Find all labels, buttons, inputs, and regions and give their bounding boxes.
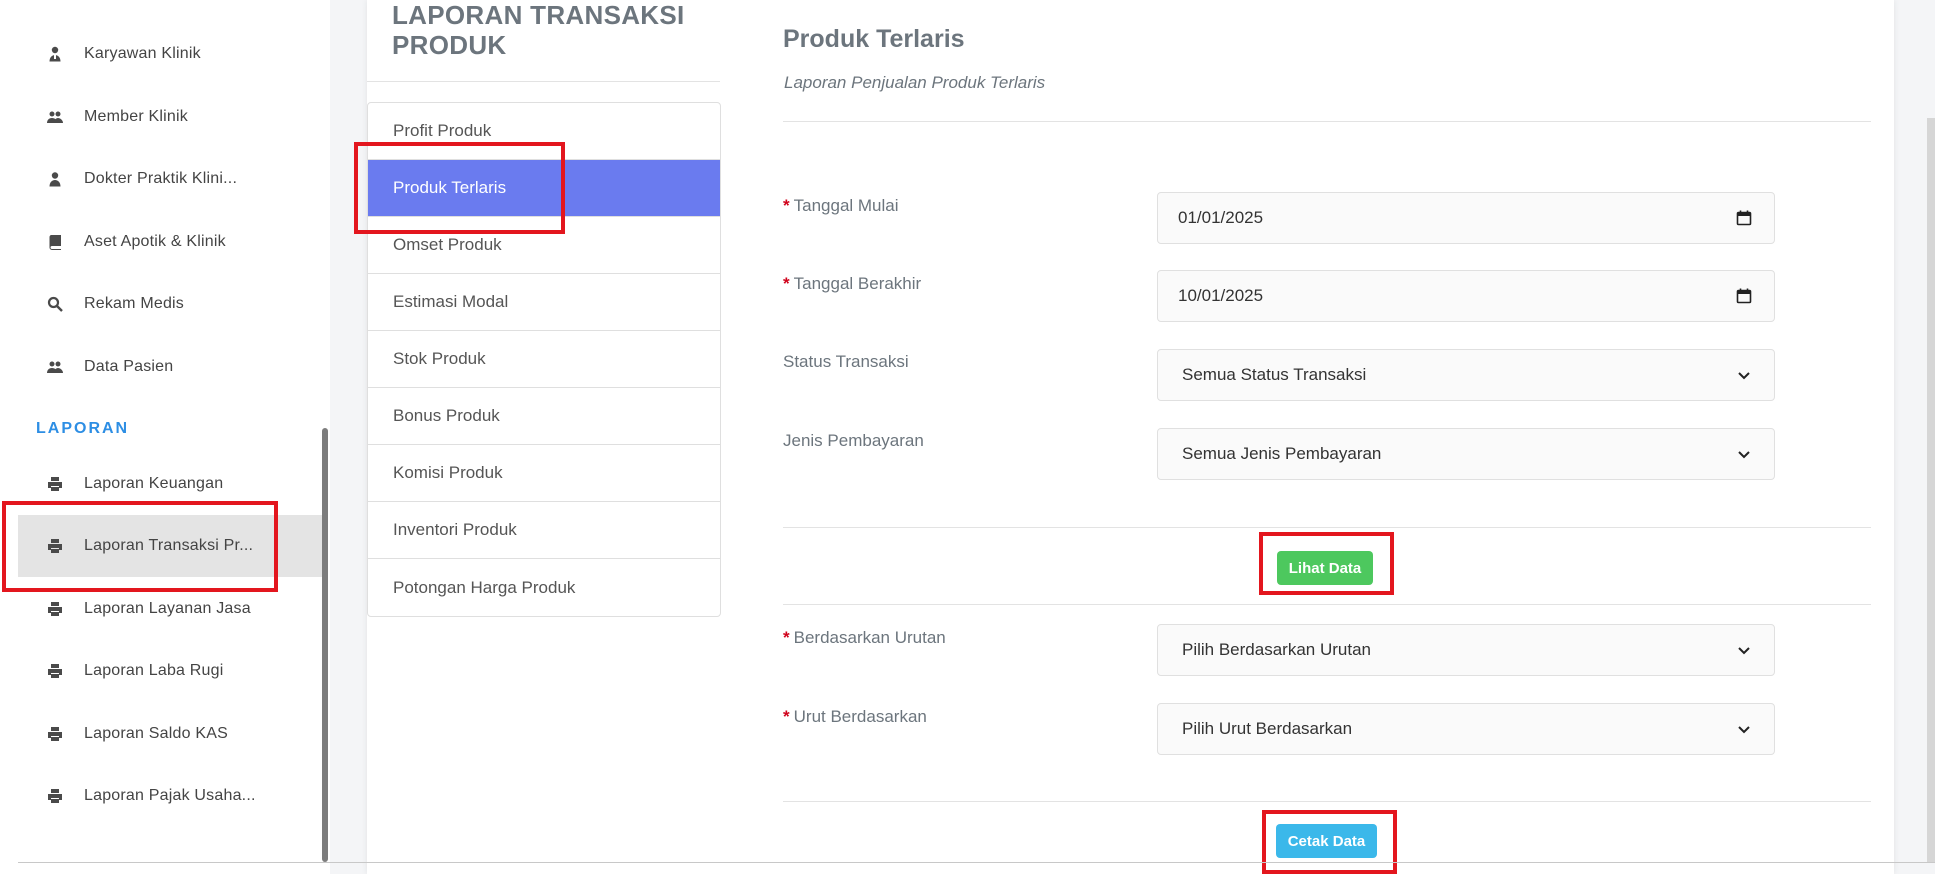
sidebar-item-label: Laporan Layanan Jasa — [84, 600, 251, 617]
sidebar-item-karyawan-klinik[interactable]: Karyawan Klinik — [18, 23, 322, 85]
sidebar-item-data-pasien[interactable]: Data Pasien — [18, 336, 322, 398]
search-icon — [46, 295, 64, 313]
berdasarkan-urutan-label: * Berdasarkan Urutan — [783, 628, 946, 647]
sidebar-item-laporan-saldo-kas[interactable]: Laporan Saldo KAS — [18, 703, 322, 765]
cetak-data-button[interactable]: Cetak Data — [1276, 824, 1377, 858]
printer-icon — [46, 537, 64, 555]
sidebar-item-label: Rekam Medis — [84, 295, 185, 312]
lihat-data-button[interactable]: Lihat Data — [1277, 551, 1373, 585]
berdasarkan-urutan-value: Pilih Berdasarkan Urutan — [1182, 640, 1371, 659]
divider — [367, 81, 720, 82]
sidebar-item-rekam-medis[interactable]: Rekam Medis — [18, 273, 322, 335]
menu-item-bonus-produk[interactable]: Bonus Produk — [368, 388, 720, 445]
chevron-down-icon — [1734, 719, 1754, 739]
menu-item-omset-produk[interactable]: Omset Produk — [368, 217, 720, 274]
tanggal-mulai-label: * Tanggal Mulai — [783, 196, 899, 215]
divider — [783, 604, 1871, 605]
required-marker: * — [783, 628, 790, 647]
tanggal-berakhir-value: 10/01/2025 — [1178, 286, 1264, 305]
sidebar-section-laporan: LAPORAN — [36, 420, 130, 437]
jenis-pembayaran-value: Semua Jenis Pembayaran — [1182, 444, 1382, 463]
printer-icon — [46, 475, 64, 493]
menu-item-estimasi-modal[interactable]: Estimasi Modal — [368, 274, 720, 331]
menu-item-profit-produk[interactable]: Profit Produk — [368, 103, 720, 160]
divider — [18, 862, 1935, 863]
divider — [783, 121, 1871, 122]
divider — [783, 801, 1871, 802]
sidebar: Karyawan Klinik Member Klinik Dokter Pra… — [0, 0, 330, 874]
sidebar-item-label: Data Pasien — [84, 358, 174, 375]
user-tie-icon — [46, 45, 64, 63]
sidebar-item-label: Laporan Laba Rugi — [84, 662, 224, 679]
sidebar-item-label: Laporan Saldo KAS — [84, 725, 228, 742]
tanggal-mulai-input[interactable]: 01/01/2025 — [1157, 192, 1775, 244]
tanggal-berakhir-input[interactable]: 10/01/2025 — [1157, 270, 1775, 322]
tanggal-mulai-value: 01/01/2025 — [1178, 208, 1264, 227]
divider — [783, 527, 1871, 528]
menu-item-komisi-produk[interactable]: Komisi Produk — [368, 445, 720, 502]
section-subtitle: Laporan Penjualan Produk Terlaris — [784, 73, 1046, 92]
sidebar-item-label: Laporan Transaksi Pr... — [84, 537, 254, 554]
report-menu: Profit Produk Produk Terlaris Omset Prod… — [367, 102, 721, 617]
sidebar-item-dokter-praktik[interactable]: Dokter Praktik Klini... — [18, 148, 322, 210]
required-marker: * — [783, 196, 790, 215]
required-marker: * — [783, 274, 790, 293]
user-icon — [46, 170, 64, 188]
sidebar-item-member-klinik[interactable]: Member Klinik — [18, 86, 322, 148]
berdasarkan-urutan-select[interactable]: Pilih Berdasarkan Urutan — [1157, 624, 1775, 676]
urut-berdasarkan-value: Pilih Urut Berdasarkan — [1182, 719, 1353, 738]
required-marker: * — [783, 707, 790, 726]
status-transaksi-label: Status Transaksi — [783, 352, 909, 371]
jenis-pembayaran-label: Jenis Pembayaran — [783, 431, 924, 450]
sidebar-item-laporan-laba-rugi[interactable]: Laporan Laba Rugi — [18, 640, 322, 702]
menu-item-inventori-produk[interactable]: Inventori Produk — [368, 502, 720, 559]
status-transaksi-select[interactable]: Semua Status Transaksi — [1157, 349, 1775, 401]
chevron-down-icon — [1734, 640, 1754, 660]
printer-icon — [46, 725, 64, 743]
status-transaksi-value: Semua Status Transaksi — [1182, 365, 1367, 384]
sidebar-item-label: Laporan Pajak Usaha... — [84, 787, 256, 804]
sidebar-item-laporan-layanan-jasa[interactable]: Laporan Layanan Jasa — [18, 578, 322, 640]
urut-berdasarkan-select[interactable]: Pilih Urut Berdasarkan — [1157, 703, 1775, 755]
page-title: LAPORAN TRANSAKSI PRODUK — [392, 0, 685, 60]
menu-item-produk-terlaris[interactable]: Produk Terlaris — [368, 160, 720, 217]
sidebar-item-label: Aset Apotik & Klinik — [84, 233, 226, 250]
chevron-down-icon — [1734, 365, 1754, 385]
jenis-pembayaran-select[interactable]: Semua Jenis Pembayaran — [1157, 428, 1775, 480]
sidebar-item-aset-apotik[interactable]: Aset Apotik & Klinik — [18, 211, 322, 273]
calendar-icon[interactable] — [1734, 286, 1754, 306]
tanggal-berakhir-label: * Tanggal Berakhir — [783, 274, 922, 293]
sidebar-item-label: Laporan Keuangan — [84, 475, 224, 492]
sidebar-item-label: Dokter Praktik Klini... — [84, 170, 238, 187]
sidebar-item-laporan-transaksi-produk[interactable]: Laporan Transaksi Pr... — [18, 515, 322, 577]
sidebar-item-label: Member Klinik — [84, 108, 188, 125]
page-scrollbar[interactable] — [1927, 118, 1935, 862]
printer-icon — [46, 787, 64, 805]
chevron-down-icon — [1734, 444, 1754, 464]
menu-item-potongan-harga-produk[interactable]: Potongan Harga Produk — [368, 559, 720, 616]
sidebar-item-laporan-keuangan[interactable]: Laporan Keuangan — [18, 453, 322, 515]
book-icon — [46, 233, 64, 251]
urut-berdasarkan-label: * Urut Berdasarkan — [783, 707, 927, 726]
sidebar-scrollbar[interactable] — [322, 428, 328, 862]
sidebar-item-laporan-pajak-usaha[interactable]: Laporan Pajak Usaha... — [18, 765, 322, 827]
calendar-icon[interactable] — [1734, 208, 1754, 228]
sidebar-item-label: Karyawan Klinik — [84, 45, 201, 62]
printer-icon — [46, 600, 64, 618]
menu-item-stok-produk[interactable]: Stok Produk — [368, 331, 720, 388]
users-icon — [46, 358, 64, 376]
users-icon — [46, 108, 64, 126]
section-title: Produk Terlaris — [783, 25, 965, 53]
printer-icon — [46, 662, 64, 680]
